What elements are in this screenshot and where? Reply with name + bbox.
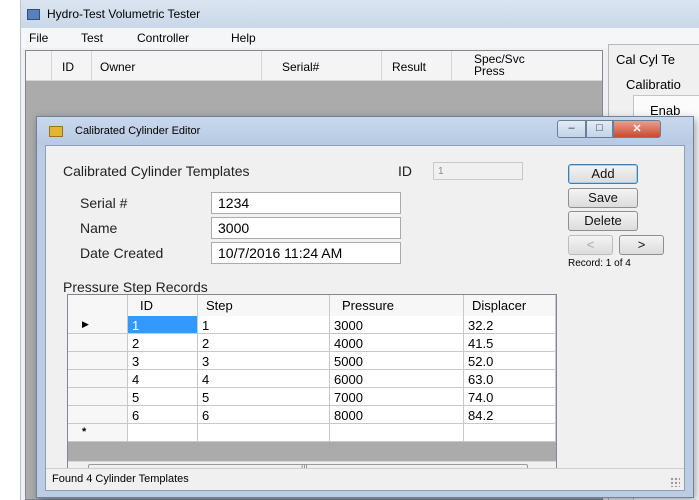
dialog-title-bar[interactable]: Calibrated Cylinder Editor – □ ✕	[37, 117, 693, 145]
minimize-button[interactable]: –	[557, 120, 586, 138]
menu-bar: File Test Controller Help	[21, 28, 699, 48]
column-header-id-label: ID	[62, 60, 74, 74]
previous-record-button[interactable]: <	[568, 235, 613, 255]
close-button[interactable]: ✕	[613, 120, 661, 138]
main-title-bar[interactable]: Hydro-Test Volumetric Tester	[21, 0, 699, 28]
dialog-app-icon	[49, 126, 63, 137]
record-position-status: Record: 1 of 4	[568, 258, 631, 269]
row-header[interactable]	[68, 370, 128, 388]
status-bar: Found 4 Cylinder Templates	[46, 468, 684, 490]
close-icon: ✕	[632, 123, 642, 135]
minimize-icon: –	[568, 122, 575, 134]
grid-cell[interactable]: 5	[198, 388, 330, 406]
id-field[interactable]: 1	[433, 162, 523, 180]
maximize-icon: □	[596, 122, 603, 134]
row-header[interactable]: ▶	[68, 316, 128, 334]
status-text: Found 4 Cylinder Templates	[52, 473, 189, 485]
grid-cell[interactable]: 4000	[330, 334, 464, 352]
grid-cell[interactable]: 32.2	[464, 316, 556, 334]
app-icon	[27, 9, 40, 20]
row-header[interactable]	[68, 388, 128, 406]
date-created-label: Date Created	[80, 245, 164, 261]
column-header-owner-label: Owner	[100, 60, 136, 74]
new-row-cell[interactable]	[330, 424, 464, 442]
grid-cell[interactable]: 84.2	[464, 406, 556, 424]
pressure-step-grid-header: ID Step Pressure Displacer	[68, 295, 556, 316]
row-header[interactable]	[68, 352, 128, 370]
new-row-header[interactable]: *	[68, 424, 128, 442]
grid-cell[interactable]: 3	[128, 352, 198, 370]
column-header-spec-svc-press[interactable]: Spec/Svc Press	[452, 51, 602, 81]
grid-cell[interactable]: 5	[128, 388, 198, 406]
dialog-title: Calibrated Cylinder Editor	[75, 125, 201, 137]
dialog-client-area: Calibrated Cylinder Templates ID 1 Seria…	[45, 145, 685, 491]
new-row-cell[interactable]	[198, 424, 330, 442]
serial-field[interactable]: 1234	[211, 192, 401, 214]
grid-cell[interactable]: 63.0	[464, 370, 556, 388]
row-header[interactable]	[68, 406, 128, 424]
grid-cell[interactable]: 5000	[330, 352, 464, 370]
menu-test[interactable]: Test	[81, 31, 103, 45]
grid-row-header-corner	[26, 51, 52, 81]
column-header-spec-svc-press-label: Spec/Svc Press	[474, 52, 525, 78]
maximize-button[interactable]: □	[586, 120, 613, 138]
new-row-cell[interactable]	[128, 424, 198, 442]
grid-cell[interactable]: 52.0	[464, 352, 556, 370]
column-header-pressure[interactable]: Pressure	[330, 295, 464, 316]
grid-cell[interactable]: 74.0	[464, 388, 556, 406]
new-row-cell[interactable]	[464, 424, 556, 442]
grid-cell[interactable]: 3000	[330, 316, 464, 334]
grid-cell[interactable]: 6000	[330, 370, 464, 388]
pressure-step-grid[interactable]: ID Step Pressure Displacer ▶ 1 1 3000 32…	[67, 294, 557, 479]
grid-cell[interactable]: 6	[198, 406, 330, 424]
next-record-button[interactable]: >	[619, 235, 664, 255]
grid-cell[interactable]: 1	[128, 316, 198, 334]
column-header-result-label: Result	[392, 60, 427, 74]
cal-cyl-panel-title: Cal Cyl Te	[616, 52, 676, 67]
row-header[interactable]	[68, 334, 128, 352]
column-header-serial-label: Serial#	[282, 60, 320, 74]
calibration-group-label: Calibratio	[626, 77, 681, 92]
grid-cell[interactable]: 7000	[330, 388, 464, 406]
name-field[interactable]: 3000	[211, 217, 401, 239]
resize-grip-icon[interactable]	[670, 477, 680, 487]
column-header-serial[interactable]: Serial#	[262, 51, 382, 81]
test-results-grid-header: ID Owner Serial# Result Spec/Svc Press	[26, 51, 602, 81]
column-header-owner[interactable]: Owner	[92, 51, 262, 81]
grid-cell[interactable]: 8000	[330, 406, 464, 424]
column-header-id[interactable]: ID	[52, 51, 92, 81]
pressure-step-records-title: Pressure Step Records	[63, 279, 208, 295]
grid-cell[interactable]: 6	[128, 406, 198, 424]
calibrated-cylinder-editor-dialog: Calibrated Cylinder Editor – □ ✕ Calibra…	[36, 116, 694, 498]
add-button[interactable]: Add	[568, 164, 638, 184]
section-title: Calibrated Cylinder Templates	[63, 163, 250, 179]
name-label: Name	[80, 220, 118, 236]
column-header-step[interactable]: Step	[198, 295, 330, 316]
grid-cell[interactable]: 2	[128, 334, 198, 352]
grid-cell[interactable]: 4	[128, 370, 198, 388]
pressure-grid-corner	[68, 295, 128, 316]
main-window-title: Hydro-Test Volumetric Tester	[47, 7, 201, 21]
grid-cell[interactable]: 2	[198, 334, 330, 352]
delete-button[interactable]: Delete	[568, 211, 638, 231]
id-label: ID	[398, 163, 412, 179]
column-header-step-id[interactable]: ID	[128, 295, 198, 316]
column-header-displacement[interactable]: Displacer	[464, 295, 556, 316]
current-row-icon: ▶	[82, 319, 89, 329]
date-created-field[interactable]: 10/7/2016 11:24 AM	[211, 242, 401, 264]
grid-cell[interactable]: 1	[198, 316, 330, 334]
menu-help[interactable]: Help	[231, 31, 256, 45]
new-row-icon: *	[82, 426, 87, 438]
grid-cell[interactable]: 3	[198, 352, 330, 370]
serial-label: Serial #	[80, 195, 128, 211]
menu-controller[interactable]: Controller	[137, 31, 189, 45]
grid-cell[interactable]: 4	[198, 370, 330, 388]
save-button[interactable]: Save	[568, 188, 638, 208]
menu-file[interactable]: File	[29, 31, 48, 45]
column-header-result[interactable]: Result	[382, 51, 452, 81]
grid-cell[interactable]: 41.5	[464, 334, 556, 352]
